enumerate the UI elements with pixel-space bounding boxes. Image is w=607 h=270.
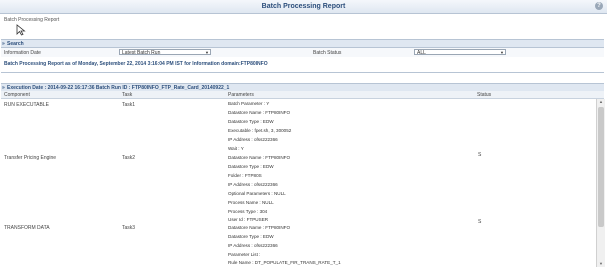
breadcrumb: Batch Processing Report: [4, 17, 60, 23]
report-summary: Batch Processing Report as of Monday, Se…: [4, 61, 268, 67]
information-date-label: Information Date: [4, 50, 41, 56]
parameter-line: Datastore Name : FTP80INFO: [228, 110, 291, 115]
chevron-down-icon: ▼: [205, 50, 209, 55]
task-cell: Task2: [122, 155, 136, 161]
divider: [1, 72, 604, 73]
parameter-line: Folder : FTP80S: [228, 173, 262, 178]
status-cell: S: [478, 152, 482, 158]
mouse-cursor-icon: [16, 24, 26, 36]
batch-status-value: ALL: [417, 50, 426, 56]
help-icon[interactable]: ?: [595, 2, 603, 10]
scrollbar-thumb[interactable]: [598, 107, 604, 227]
column-header-status[interactable]: Status: [477, 92, 491, 98]
parameter-line: Batch Parameter : Y: [228, 101, 270, 106]
collapse-icon[interactable]: »: [2, 41, 5, 47]
batch-status-select[interactable]: ALL ▼: [414, 49, 506, 56]
parameter-line: Datastore Type : EDW: [228, 234, 274, 239]
information-date-value: Latest Batch Run: [122, 50, 161, 56]
task-cell: Task1: [122, 102, 136, 108]
parameter-line: IP Address : ofss222366: [228, 243, 278, 248]
parameter-line: Parameter List :: [228, 252, 261, 257]
parameter-line: Datastore Name : FTP80INFO: [228, 225, 291, 230]
parameter-line: IP Address : ofss222366: [228, 137, 278, 142]
search-form: Information Date Latest Batch Run ▼ Batc…: [1, 48, 604, 57]
parameter-line: Process Name : NULL: [228, 200, 274, 205]
component-cell: RUN EXECUTABLE: [4, 102, 49, 108]
window-titlebar: Batch Processing Report ?: [0, 0, 607, 14]
column-header-component[interactable]: Component: [4, 92, 30, 98]
parameter-line: IP Address : ofss222366: [228, 182, 278, 187]
parameter-line: Datastore Name : FTP80INFO: [228, 155, 291, 160]
table-header: Component Task Parameters Status: [1, 91, 604, 99]
parameter-line: Process Type : 304: [228, 209, 268, 214]
component-cell: TRANSFORM DATA: [4, 225, 50, 231]
parameter-line: Datastore Type : EDW: [228, 164, 274, 169]
scroll-down-icon[interactable]: ▼: [598, 261, 604, 267]
column-header-task[interactable]: Task: [122, 92, 132, 98]
column-header-parameters[interactable]: Parameters: [228, 92, 254, 98]
page-title: Batch Processing Report: [261, 3, 346, 10]
batch-status-label: Batch Status: [313, 50, 342, 56]
parameter-line: Executable : fpet.sh, 3, 300052: [228, 128, 292, 133]
search-panel-header[interactable]: » Search: [1, 39, 604, 48]
status-cell: S: [478, 219, 482, 225]
information-date-select[interactable]: Latest Batch Run ▼: [119, 49, 211, 56]
component-cell: Transfer Pricing Engine: [4, 155, 57, 161]
parameter-line: Rule Name : DT_POPULATE_FIR_TRANS_RATE_T…: [228, 260, 341, 265]
chevron-down-icon: ▼: [500, 50, 504, 55]
parameter-line: User Id : FTPUSER: [228, 217, 269, 222]
scroll-up-icon[interactable]: ▲: [598, 99, 604, 105]
task-cell: Task3: [122, 225, 136, 231]
parameter-line: Wait : Y: [228, 146, 244, 151]
parameter-line: Optional Parameters : NULL: [228, 191, 286, 196]
vertical-scrollbar[interactable]: ▲ ▼: [596, 99, 605, 267]
parameter-line: Datastore Type : EDW: [228, 119, 274, 124]
search-panel-title: Search: [7, 41, 24, 47]
